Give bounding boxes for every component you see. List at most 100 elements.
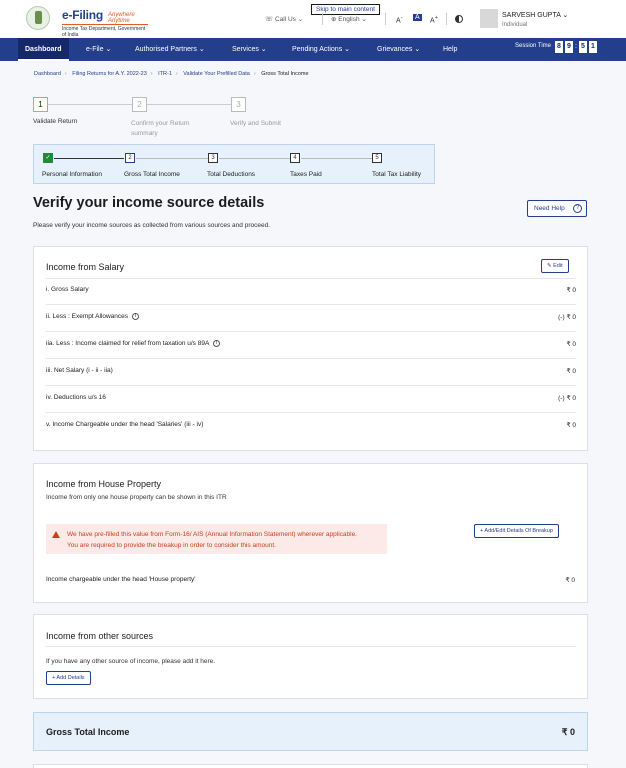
- nav-efile-label: e-File: [86, 46, 104, 53]
- page-title: Verify your income source details: [33, 195, 265, 211]
- breadcrumb-itr1[interactable]: ITR-1: [158, 71, 172, 77]
- divider: [46, 646, 576, 647]
- other-sources-card: Income from other sources If you have an…: [33, 614, 588, 699]
- font-normal-button[interactable]: A: [413, 14, 422, 21]
- row-label: ii. Less : Exempt Allowances i: [46, 313, 140, 321]
- user-name: SARVESH GUPTA: [502, 12, 561, 19]
- sub-step-4-label: Taxes Paid: [290, 171, 322, 178]
- chevron-down-icon: ⌄: [412, 46, 421, 53]
- logo-subtitle: Income Tax Department, Government of Ind…: [62, 24, 148, 38]
- logo-title: e-Filing: [62, 8, 104, 22]
- font-decrease-button[interactable]: A-: [396, 15, 403, 24]
- warning-icon: [52, 531, 60, 538]
- chevron-down-icon: ⌄: [295, 16, 304, 23]
- nav-services-label: Services: [232, 46, 259, 53]
- house-property-row-label: Income chargeable under the head 'House …: [46, 576, 196, 583]
- nav-grievances[interactable]: Grievances ⌄: [377, 38, 420, 61]
- avatar[interactable]: [480, 9, 498, 28]
- house-property-subtitle: Income from only one house property can …: [46, 494, 227, 501]
- row-label-text: ii. Less : Exempt Allowances: [46, 313, 129, 321]
- breadcrumb-filing-returns[interactable]: Filing Returns for A.Y. 2022-23: [72, 71, 147, 77]
- sub-step-5-label: Total Tax Liability: [372, 171, 422, 178]
- info-icon[interactable]: i: [132, 313, 140, 320]
- nav-efile[interactable]: e-File ⌄: [86, 38, 111, 61]
- sub-step-1-label[interactable]: Personal Information: [42, 171, 102, 178]
- info-icon[interactable]: i: [213, 340, 221, 347]
- user-menu[interactable]: SARVESH GUPTA ⌄: [502, 11, 568, 19]
- chevron-down-icon: ⌄: [560, 12, 569, 19]
- warning-line-2: You are required to provide the breakup …: [67, 542, 276, 549]
- divider: [446, 13, 447, 25]
- session-timer: 8 9 : 5 1: [555, 41, 597, 53]
- nav-help[interactable]: Help: [443, 38, 457, 61]
- main-nav: Dashboard e-File ⌄ Authorised Partners ⌄…: [0, 38, 626, 61]
- warning-line-1: We have pre-filled this value from Form-…: [67, 531, 357, 538]
- page-description: Please verify your income sources as col…: [33, 222, 270, 229]
- user-role: Individual: [502, 22, 528, 28]
- row-label: v. Income Chargeable under the head 'Sal…: [46, 421, 204, 428]
- session-time-label: Session Time: [515, 43, 552, 49]
- row-label: i. Gross Salary: [46, 286, 89, 293]
- font-increase-button[interactable]: A+: [430, 15, 438, 24]
- contrast-toggle-icon[interactable]: [455, 15, 463, 23]
- gross-total-income-label: Gross Total Income: [46, 727, 130, 737]
- sub-step-connector: [301, 158, 372, 159]
- chevron-right-icon: ›: [64, 71, 67, 77]
- salary-title: Income from Salary: [46, 262, 125, 272]
- nav-grievances-label: Grievances: [377, 46, 413, 53]
- breadcrumb-dashboard[interactable]: Dashboard: [34, 71, 61, 77]
- next-section-card: [33, 764, 588, 768]
- chevron-down-icon: ⌄: [359, 16, 367, 23]
- session-digit: 8: [555, 41, 563, 53]
- add-details-button[interactable]: + Add Details: [46, 671, 91, 685]
- row-label-text: iia. Less : Income claimed for relief fr…: [46, 340, 210, 348]
- divider: [322, 13, 323, 25]
- chevron-right-icon: ›: [253, 71, 256, 77]
- step-3-label: Verify and Submit: [230, 120, 281, 127]
- step-2-label: Confirm your Return summary: [131, 120, 190, 137]
- sub-step-5-indicator: 5: [372, 153, 382, 163]
- chevron-right-icon: ›: [175, 71, 178, 77]
- divider: [385, 13, 386, 25]
- logo-tagline: Anywhere Anytime: [108, 12, 135, 24]
- step-connector: [147, 104, 231, 105]
- call-us-dropdown[interactable]: ☏ Call Us ⌄: [265, 15, 303, 23]
- row-label: iv. Deductions u/s 16: [46, 394, 106, 401]
- sub-step-2-label[interactable]: Gross Total Income: [124, 171, 180, 178]
- row-value: ₹ 0: [566, 368, 576, 375]
- salary-card: Income from Salary ✎ Edit i. Gross Salar…: [33, 246, 588, 451]
- session-digit: 5: [578, 41, 587, 53]
- salary-row-relief-89a: iia. Less : Income claimed for relief fr…: [46, 332, 576, 359]
- breadcrumb: Dashboard › Filing Returns for A.Y. 2022-…: [34, 71, 309, 77]
- add-edit-breakup-button[interactable]: + Add/Edit Details Of Breakup: [474, 524, 559, 538]
- edit-label: Edit: [553, 263, 563, 269]
- row-value: ₹ 0: [566, 287, 576, 294]
- warning-text: We have pre-filled this value from Form-…: [67, 529, 382, 551]
- step-1-indicator: 1: [33, 97, 48, 112]
- nav-dashboard[interactable]: Dashboard: [18, 38, 69, 61]
- house-property-card: Income from House Property Income from o…: [33, 463, 588, 603]
- nav-services[interactable]: Services ⌄: [232, 38, 267, 61]
- house-property-row-value: ₹ 0: [565, 577, 575, 584]
- edit-salary-button[interactable]: ✎ Edit: [541, 259, 569, 273]
- prefill-warning: We have pre-filled this value from Form-…: [46, 524, 387, 554]
- step-3-indicator: 3: [231, 97, 246, 112]
- salary-row-exempt: ii. Less : Exempt Allowances i (-) ₹ 0: [46, 305, 576, 332]
- nav-authorised-partners[interactable]: Authorised Partners ⌄: [135, 38, 205, 61]
- efiling-logo[interactable]: e-Filing Anywhere Anytime Income Tax Dep…: [26, 6, 148, 38]
- call-us-label: Call Us: [274, 16, 296, 23]
- row-value: ₹ 0: [566, 341, 576, 348]
- sub-step-3-indicator: 3: [208, 153, 218, 163]
- chevron-down-icon: ⌄: [103, 46, 112, 53]
- row-value: ₹ 0: [566, 422, 576, 429]
- row-label: iii. Net Salary (i - ii - iia): [46, 367, 113, 374]
- breadcrumb-validate[interactable]: Validate Your Prefilled Data: [183, 71, 250, 77]
- language-dropdown[interactable]: ⊕ English ⌄: [331, 15, 367, 23]
- nav-pending-actions-label: Pending Actions: [292, 46, 343, 53]
- breadcrumb-current: Gross Total Income: [261, 71, 309, 77]
- other-sources-subtitle: If you have any other source of income, …: [46, 658, 216, 665]
- nav-pending-actions[interactable]: Pending Actions ⌄: [292, 38, 350, 61]
- sub-step-connector: [136, 158, 208, 159]
- need-help-button[interactable]: Need Help ?: [527, 200, 587, 217]
- session-digit: 1: [588, 41, 597, 53]
